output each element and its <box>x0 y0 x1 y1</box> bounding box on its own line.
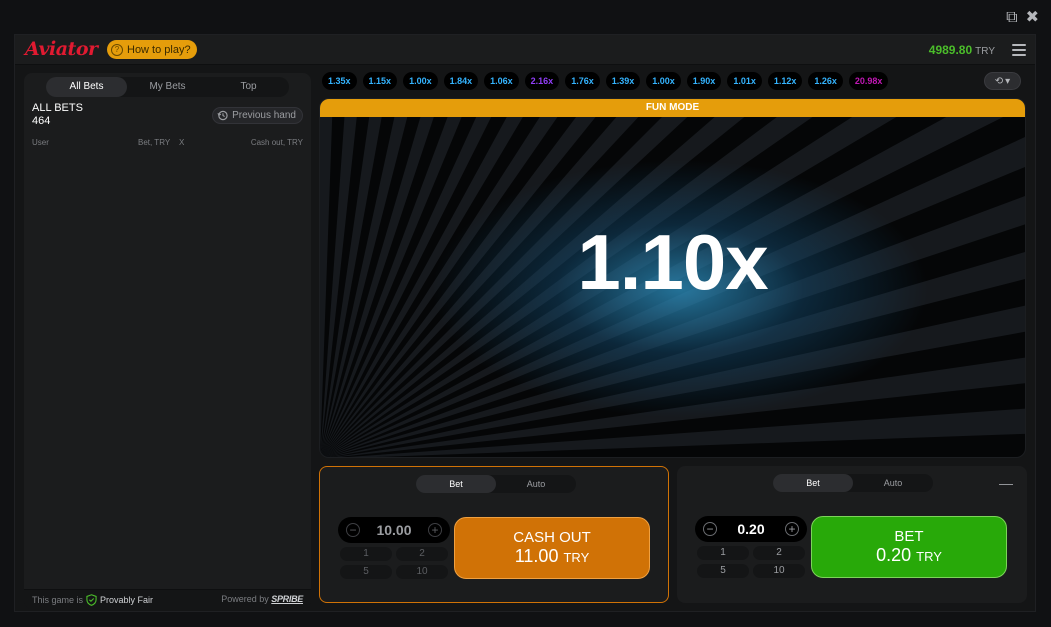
bet-panel-1: Bet Auto − 10.00 + 1 2 5 10 CASH OUT 11.… <box>319 466 669 603</box>
external-link-icon[interactable]: ⧉ <box>1006 9 1017 27</box>
history-toggle-button[interactable]: ⟲ ▾ <box>984 72 1021 90</box>
history-chip[interactable]: 1.15x <box>362 72 398 90</box>
column-bet: Bet, TRY <box>138 138 171 147</box>
fun-mode-banner: FUN MODE <box>320 99 1025 117</box>
balance-amount: 4989.80 <box>928 43 973 57</box>
quick-amount-10[interactable]: 10 <box>396 565 448 579</box>
minus-icon[interactable]: − <box>346 523 360 537</box>
powered-by: Powered by SPRIBE <box>221 594 303 604</box>
history-chip[interactable]: 1.00x <box>403 72 438 90</box>
history-chip[interactable]: 1.76x <box>565 72 600 90</box>
tab-bet[interactable]: Bet <box>416 475 496 493</box>
history-chip[interactable]: 1.26x <box>808 72 843 90</box>
cash-out-button[interactable]: CASH OUT 11.00 TRY <box>454 517 650 579</box>
history-chip[interactable]: 2.16x <box>524 72 560 90</box>
bet-panel-1-tabs: Bet Auto <box>416 475 576 493</box>
remove-panel-button[interactable]: — <box>999 476 1013 490</box>
quick-amounts: 1 2 5 10 <box>697 546 805 578</box>
history-chip[interactable]: 1.00x <box>646 72 681 90</box>
plus-icon[interactable]: + <box>428 523 442 537</box>
multiplier-history: 1.35x 1.15x 1.00x 1.84x 1.06x 2.16x 1.76x 1.39x… <box>322 72 972 92</box>
history-chip[interactable]: 1.90x <box>686 72 722 90</box>
history-chip[interactable]: 1.35x <box>322 72 357 90</box>
tab-all-bets[interactable]: All Bets <box>46 77 127 97</box>
provably-fair-label: Provably Fair <box>100 595 154 605</box>
quick-amount-2[interactable]: 2 <box>753 546 805 560</box>
provably-fair-link[interactable]: This game is Provably Fair <box>32 594 153 606</box>
cash-out-amount: 11.00 TRY <box>514 546 590 566</box>
shield-icon <box>86 594 97 606</box>
window-controls: ⧉ ✖ <box>1006 9 1039 27</box>
column-cashout: Cash out, TRY <box>250 138 303 147</box>
how-to-play-label: How to play? <box>127 43 191 56</box>
question-icon: ? <box>111 43 123 56</box>
minus-icon[interactable]: − <box>703 522 717 536</box>
quick-amount-5[interactable]: 5 <box>340 565 392 579</box>
column-user: User <box>32 138 49 147</box>
aviator-logo: Aviator <box>25 38 98 60</box>
all-bets-count: 464 <box>32 115 51 127</box>
stake-value[interactable]: 0.20 <box>721 521 781 537</box>
aviator-app: Aviator ? How to play? 4989.80 TRY All Be… <box>14 34 1036 612</box>
tab-top[interactable]: Top <box>208 77 289 97</box>
chevron-down-icon: ▾ <box>1005 75 1011 87</box>
close-icon[interactable]: ✖ <box>1026 9 1039 27</box>
previous-hand-label: Previous hand <box>232 110 296 121</box>
history-icon: ⟲ <box>994 75 1004 87</box>
tab-bet[interactable]: Bet <box>773 474 853 492</box>
header: Aviator ? How to play? 4989.80 TRY <box>15 35 1035 65</box>
bet-label: BET <box>894 528 924 545</box>
game-canvas: FUN MODE 1.10x <box>319 98 1026 458</box>
quick-amounts: 1 2 5 10 <box>340 547 448 579</box>
balance: 4989.80 TRY <box>929 43 995 57</box>
column-multiplier: X <box>179 138 185 147</box>
history-chip[interactable]: 1.84x <box>443 72 479 90</box>
footer-text: This game is <box>32 595 84 605</box>
history-icon <box>217 110 228 121</box>
bet-button[interactable]: BET 0.20 TRY <box>811 516 1007 578</box>
left-footer: This game is Provably Fair Powered by SP… <box>24 589 311 609</box>
history-chip[interactable]: 1.01x <box>727 72 762 90</box>
history-chip[interactable]: 1.06x <box>484 72 519 90</box>
stake-value[interactable]: 10.00 <box>364 522 424 538</box>
tab-auto[interactable]: Auto <box>496 475 576 493</box>
quick-amount-2[interactable]: 2 <box>396 547 448 561</box>
bet-panel-2-tabs: Bet Auto <box>773 474 933 492</box>
cash-out-label: CASH OUT <box>513 529 591 546</box>
quick-amount-1[interactable]: 1 <box>697 546 749 560</box>
powered-by-label: Powered by <box>221 594 269 604</box>
quick-amount-5[interactable]: 5 <box>697 564 749 578</box>
bet-panel-2: Bet Auto — − 0.20 + 1 2 5 10 BET 0.20 TR… <box>677 466 1027 603</box>
stake-stepper: − 10.00 + <box>338 517 450 543</box>
tab-my-bets[interactable]: My Bets <box>127 77 208 97</box>
quick-amount-10[interactable]: 10 <box>753 564 805 578</box>
stake-stepper: − 0.20 + <box>695 516 807 542</box>
bets-panel: All Bets My Bets Top ALL BETS 464 Previo… <box>24 73 311 609</box>
quick-amount-1[interactable]: 1 <box>340 547 392 561</box>
bets-tabs: All Bets My Bets Top <box>46 77 289 97</box>
hamburger-menu-icon[interactable] <box>1012 44 1026 56</box>
spribe-logo: SPRIBE <box>271 594 303 604</box>
balance-currency: TRY <box>975 46 995 57</box>
window-frame: ⧉ ✖ Aviator ? How to play? 4989.80 TRY Al… <box>0 0 1051 627</box>
plus-icon[interactable]: + <box>785 522 799 536</box>
history-chip[interactable]: 1.12x <box>767 72 803 90</box>
all-bets-label: ALL BETS <box>32 102 83 114</box>
history-chip[interactable]: 20.98x <box>848 72 889 90</box>
how-to-play-button[interactable]: ? How to play? <box>107 40 197 59</box>
previous-hand-button[interactable]: Previous hand <box>212 107 303 124</box>
bet-amount: 0.20 TRY <box>876 545 942 565</box>
tab-auto[interactable]: Auto <box>853 474 933 492</box>
history-chip[interactable]: 1.39x <box>605 72 641 90</box>
multiplier-display: 1.10x <box>577 218 768 306</box>
